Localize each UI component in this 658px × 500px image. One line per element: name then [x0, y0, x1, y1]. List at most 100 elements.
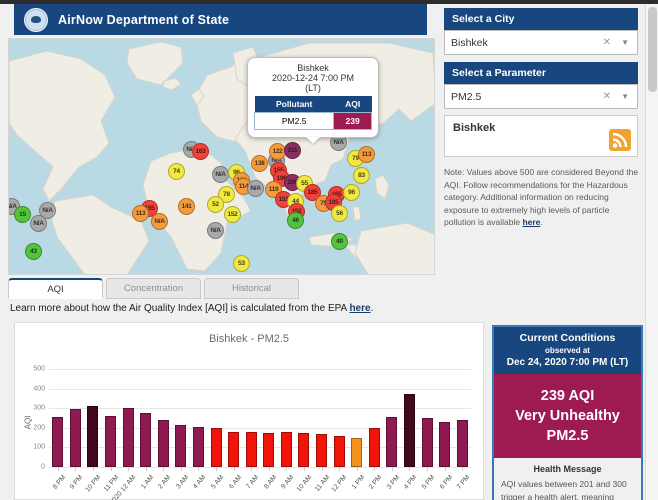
- aqi-marker[interactable]: 113: [132, 205, 149, 222]
- chart-bar: [52, 417, 63, 467]
- page: AirNow Department of State: [0, 0, 658, 500]
- x-axis-label: 5 AM: [210, 474, 225, 490]
- x-axis-label: 10 PM: [84, 474, 102, 494]
- x-axis-label: 7 PM: [456, 474, 472, 491]
- x-axis-label: 1 AM: [140, 474, 155, 490]
- aqi-marker[interactable]: 15: [14, 206, 31, 223]
- chart-plot-area: 01002003004005008 PM9 PM10 PM11 PM12/24/…: [15, 323, 485, 500]
- x-axis-tick: [269, 467, 270, 471]
- aqi-marker[interactable]: 43: [25, 243, 42, 260]
- x-axis-label: 8 PM: [52, 474, 68, 491]
- aqi-marker[interactable]: N/A: [247, 180, 264, 197]
- state-department-seal-icon: [24, 8, 48, 32]
- x-axis-tick: [75, 467, 76, 471]
- x-axis-tick: [322, 467, 323, 471]
- chart-bar: [316, 434, 327, 467]
- scrollbar-thumb[interactable]: [648, 7, 657, 92]
- x-axis-label: 8 AM: [263, 474, 278, 490]
- y-axis-tick: 0: [17, 464, 45, 471]
- x-axis-tick: [111, 467, 112, 471]
- tab-concentration[interactable]: Concentration: [106, 278, 201, 299]
- chart-bar: [193, 427, 204, 467]
- x-axis-tick: [234, 467, 235, 471]
- x-axis-label: 5 PM: [421, 474, 437, 491]
- aqi-marker[interactable]: 56: [331, 205, 348, 222]
- current-conditions-title: Current Conditions: [496, 332, 639, 344]
- aqi-marker[interactable]: N/A: [212, 166, 229, 183]
- y-axis-tick: 100: [17, 444, 45, 451]
- chart-bar: [439, 422, 450, 467]
- select-parameter-header: Select a Parameter: [444, 62, 638, 84]
- x-axis-label: 10 AM: [296, 474, 314, 493]
- x-axis-tick: [286, 467, 287, 471]
- y-axis-tick: 200: [17, 424, 45, 431]
- x-axis-tick: [58, 467, 59, 471]
- x-axis-tick: [128, 467, 129, 471]
- health-message-title: Health Message: [501, 464, 634, 474]
- chart-bar: [422, 418, 433, 467]
- chart-bar: [386, 417, 397, 467]
- clear-icon[interactable]: ✕: [603, 91, 611, 102]
- gridline: [49, 467, 471, 468]
- aqi-marker[interactable]: 53: [233, 255, 250, 272]
- aqi-marker[interactable]: 152: [224, 206, 241, 223]
- gridline: [49, 389, 471, 390]
- chart-bar: [105, 416, 116, 467]
- x-axis-label: 12 PM: [330, 474, 348, 494]
- x-axis-label: 9 PM: [69, 474, 85, 491]
- x-axis-label: 3 AM: [175, 474, 190, 490]
- y-axis-tick: 300: [17, 405, 45, 412]
- parameter-select[interactable]: PM2.5 ✕ ▼: [444, 84, 638, 109]
- city-feed-box: Bishkek: [444, 115, 638, 157]
- scrollbar-track[interactable]: [645, 4, 658, 500]
- chevron-down-icon[interactable]: ▼: [621, 38, 629, 47]
- popup-datetime: 2020-12-24 7:00 PM: [254, 73, 372, 83]
- chevron-down-icon[interactable]: ▼: [621, 92, 629, 101]
- parameter-select-value: PM2.5: [451, 91, 481, 103]
- chart-bar: [351, 438, 362, 467]
- aqi-marker[interactable]: 141: [178, 198, 195, 215]
- aqi-marker[interactable]: 113: [358, 146, 375, 163]
- chart-bar: [123, 408, 134, 467]
- chart-bar: [369, 428, 380, 467]
- aqi-marker[interactable]: 46: [287, 212, 304, 229]
- chart-bar: [334, 436, 345, 467]
- world-aqi-map[interactable]: N/A15N/AN/A4374N/A163N/A96129114N/A78521…: [8, 38, 435, 275]
- aqi-marker[interactable]: N/A: [151, 213, 168, 230]
- aqi-marker[interactable]: N/A: [30, 215, 47, 232]
- chart-bar: [457, 420, 468, 467]
- tab-historical[interactable]: Historical: [204, 278, 299, 299]
- observed-time: Dec 24, 2020 7:00 PM (LT): [496, 357, 639, 368]
- note-here-link[interactable]: here: [522, 217, 540, 227]
- chart-bar: [87, 406, 98, 467]
- epa-here-link[interactable]: here: [349, 303, 370, 314]
- popup-pollutant-value: PM2.5: [255, 113, 334, 130]
- x-axis-label: 4 AM: [192, 474, 207, 490]
- observed-at-label: observed at: [496, 346, 639, 355]
- aqi-marker[interactable]: 52: [207, 196, 224, 213]
- aqi-marker[interactable]: 74: [168, 163, 185, 180]
- x-axis-label: 11 AM: [313, 474, 330, 493]
- rss-icon[interactable]: [609, 129, 631, 151]
- x-axis-tick: [427, 467, 428, 471]
- aqi-marker[interactable]: 163: [192, 143, 209, 160]
- clear-icon[interactable]: ✕: [603, 37, 611, 48]
- tab-aqi[interactable]: AQI: [8, 278, 103, 299]
- app-title: AirNow Department of State: [58, 13, 229, 27]
- city-select[interactable]: Bishkek ✕ ▼: [444, 30, 638, 55]
- select-city-panel: Select a City Bishkek ✕ ▼: [444, 8, 638, 55]
- aqi-marker[interactable]: 83: [353, 167, 370, 184]
- chart-bar: [211, 428, 222, 467]
- aqi-value-line: 239 AQI: [496, 386, 639, 406]
- select-city-header: Select a City: [444, 8, 638, 30]
- chart-bar: [404, 394, 415, 467]
- aqi-marker[interactable]: 211: [284, 142, 301, 159]
- aqi-marker[interactable]: 138: [251, 155, 268, 172]
- aqi-marker[interactable]: 96: [343, 184, 360, 201]
- aqi-marker[interactable]: N/A: [207, 222, 224, 239]
- x-axis-tick: [93, 467, 94, 471]
- x-axis-tick: [251, 467, 252, 471]
- chart-bar: [263, 433, 274, 467]
- aqi-marker[interactable]: 40: [331, 233, 348, 250]
- app-header: AirNow Department of State: [14, 4, 427, 35]
